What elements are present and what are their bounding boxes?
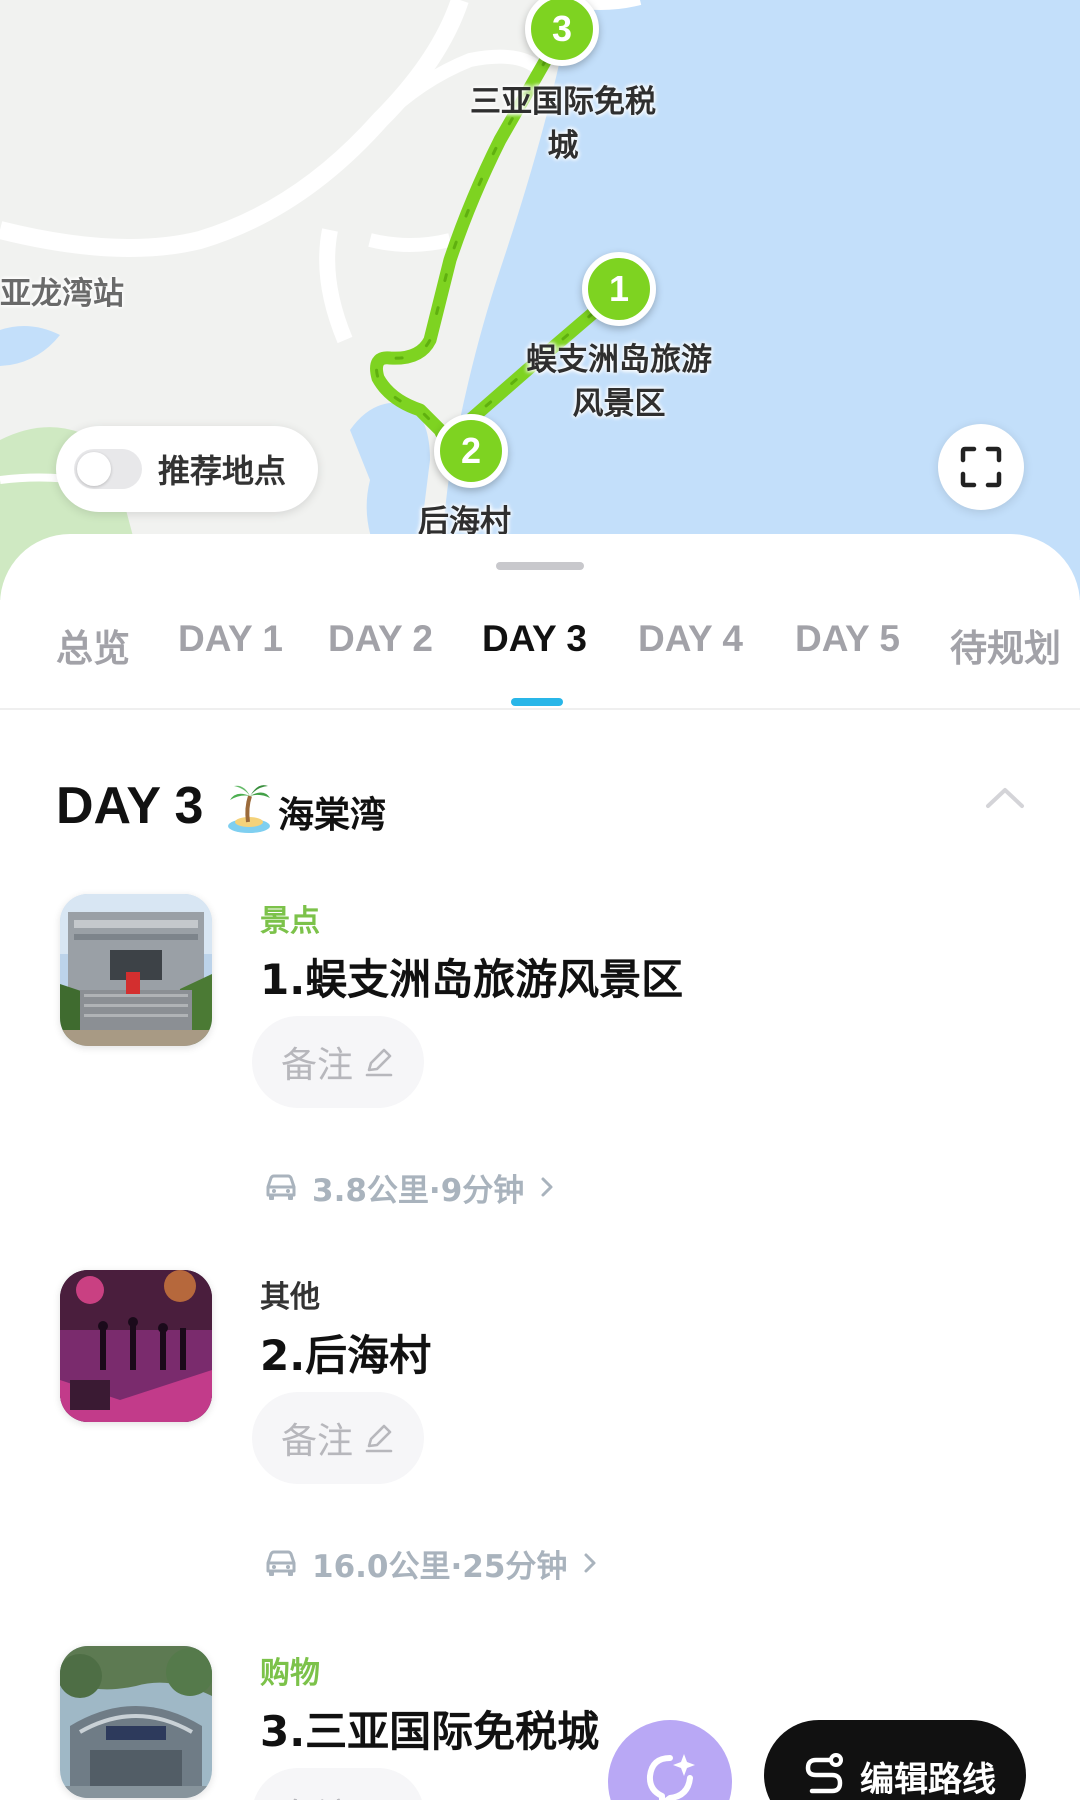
day-header: DAY 3 海棠湾 (56, 770, 1026, 850)
poi-category: 景点 (260, 904, 320, 939)
fullscreen-icon (960, 446, 1002, 488)
tab-to-plan[interactable]: 待规划 (950, 618, 1061, 672)
car-icon (266, 1550, 296, 1576)
chevron-right-icon (541, 1177, 553, 1197)
tab-day-1[interactable]: DAY 1 (178, 618, 283, 660)
map-label-station: 亚龙湾站 (0, 276, 124, 312)
note-button[interactable]: 备注 (252, 1768, 424, 1800)
recommend-places-toggle[interactable]: 推荐地点 (56, 426, 318, 512)
palm-island-icon (228, 785, 270, 833)
poi-name[interactable]: 3.三亚国际免税城 (260, 1698, 599, 1759)
edit-route-button[interactable]: 编辑路线 (764, 1720, 1026, 1800)
transit-info[interactable]: 16.0公里·25分钟 (264, 1538, 597, 1588)
poi-category: 其他 (260, 1280, 320, 1315)
itinerary-sheet: 总览 DAY 1 DAY 2 DAY 3 DAY 4 DAY 5 待规划 DAY… (0, 534, 1080, 1800)
poi-name[interactable]: 1.蜈支洲岛旅游风景区 (260, 946, 683, 1007)
pencil-icon (365, 1424, 393, 1453)
note-label: 备注 (280, 1421, 353, 1462)
map-marker-2[interactable]: 2 (434, 414, 508, 488)
transit-info[interactable]: 3.8公里·9分钟 (264, 1162, 554, 1212)
fullscreen-button[interactable] (938, 424, 1024, 510)
ai-sparkle-icon (646, 1754, 695, 1800)
chevron-right-icon (584, 1553, 596, 1573)
poi-thumbnail[interactable] (60, 1270, 212, 1422)
poi-thumbnail[interactable] (60, 1646, 212, 1798)
poi-name[interactable]: 2.后海村 (260, 1322, 431, 1383)
route-icon (805, 1753, 843, 1794)
map-view[interactable]: 三亚国际免税城 蜈支洲岛旅游风景区 亚龙湾站 后海村 3 1 2 推荐地点 (0, 0, 1080, 600)
map-label-duty-free[interactable]: 三亚国际免税城 (458, 80, 668, 168)
poi-thumbnail[interactable] (60, 894, 212, 1046)
sheet-drag-handle[interactable] (496, 562, 584, 570)
toggle-switch[interactable] (74, 449, 142, 489)
pencil-icon (365, 1048, 393, 1077)
car-icon (266, 1174, 296, 1200)
day-place: 海棠湾 (278, 795, 387, 836)
active-tab-indicator (511, 698, 563, 706)
note-button[interactable]: 备注 (252, 1016, 424, 1108)
poi-item[interactable]: 景点 1.蜈支洲岛旅游风景区 备注 (56, 894, 1026, 1114)
note-label: 备注 (280, 1045, 353, 1086)
chevron-up-icon[interactable] (984, 784, 1026, 810)
edit-route-label: 编辑路线 (860, 1760, 996, 1800)
map-label-wuzhizhou[interactable]: 蜈支洲岛旅游风景区 (514, 338, 724, 426)
note-label: 备注 (281, 1788, 353, 1800)
transit-distance: 3.8公里·9分钟 (312, 1172, 525, 1209)
poi-item[interactable]: 其他 2.后海村 备注 (56, 1270, 1026, 1490)
map-marker-1[interactable]: 1 (582, 252, 656, 326)
note-button[interactable]: 备注 (252, 1392, 424, 1484)
day-tabs: 总览 DAY 1 DAY 2 DAY 3 DAY 4 DAY 5 待规划 (0, 604, 1080, 710)
toggle-label: 推荐地点 (158, 452, 287, 490)
tab-day-4[interactable]: DAY 4 (638, 618, 743, 660)
tab-day-2[interactable]: DAY 2 (328, 618, 433, 660)
tab-day-5[interactable]: DAY 5 (795, 618, 900, 660)
day-title: DAY 3 (56, 777, 204, 835)
transit-distance: 16.0公里·25分钟 (312, 1548, 568, 1585)
tab-overview[interactable]: 总览 (56, 618, 130, 672)
tab-day-3[interactable]: DAY 3 (482, 618, 587, 660)
poi-category: 购物 (260, 1656, 320, 1691)
